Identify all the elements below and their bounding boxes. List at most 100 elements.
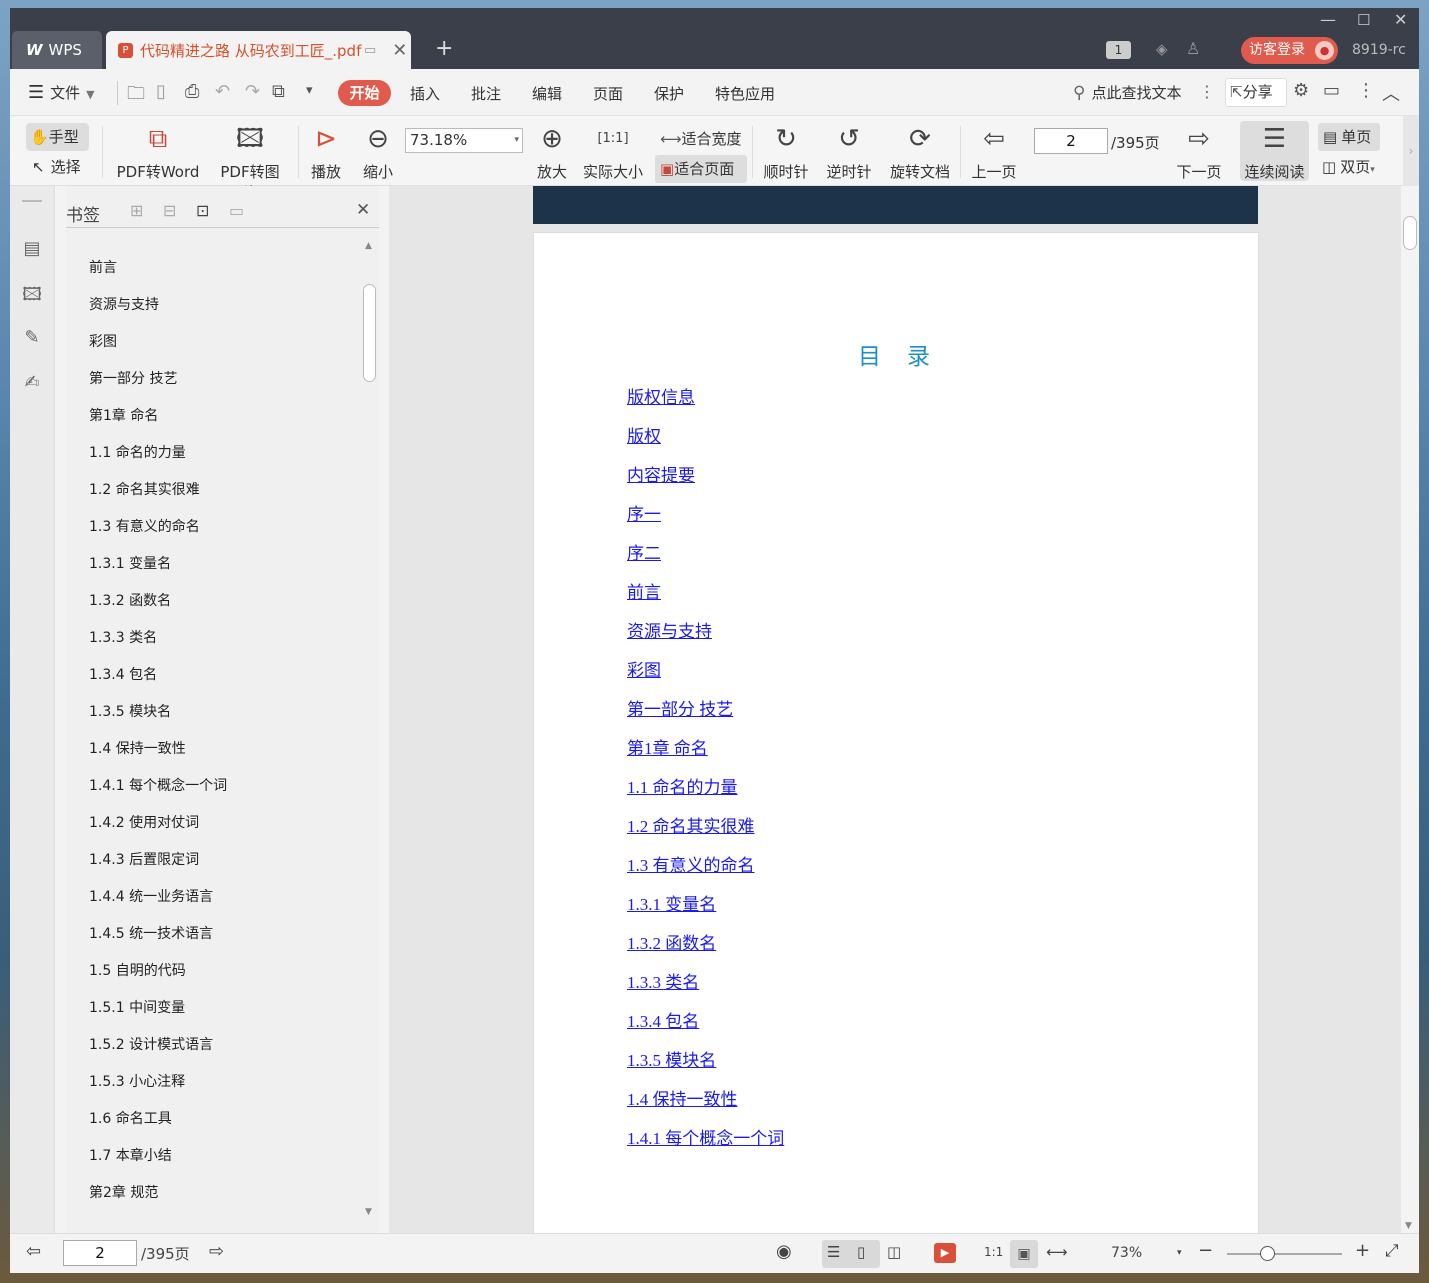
comment-icon[interactable]: ▭ xyxy=(1323,80,1340,101)
bookmark-item[interactable]: 1.5.2 设计模式语言 xyxy=(89,1034,213,1054)
bookmark-item[interactable]: 1.3.1 变量名 xyxy=(89,553,171,573)
toc-link[interactable]: 1.3.3 类名 xyxy=(627,968,699,993)
minimize-button[interactable]: — xyxy=(1320,10,1336,29)
bookmark-item[interactable]: 第1章 命名 xyxy=(89,405,158,425)
bookmark-item[interactable]: 1.3.2 函数名 xyxy=(89,590,171,610)
status-page-input[interactable]: 2 xyxy=(63,1240,137,1266)
status-next-page-icon[interactable]: ⇨ xyxy=(209,1241,224,1262)
collapse-ribbon-icon[interactable]: ︿ xyxy=(1382,80,1400,106)
document-scrollbar[interactable]: ▼ xyxy=(1401,186,1419,1233)
bookmark-item[interactable]: 彩图 xyxy=(89,331,117,351)
thumbnail-icon[interactable]: 🖾 xyxy=(20,282,44,306)
add-bookmark-icon[interactable]: ⊡ xyxy=(196,201,209,220)
zoom-slider-track[interactable] xyxy=(1227,1253,1342,1255)
toc-link[interactable]: 前言 xyxy=(627,578,661,603)
login-button[interactable]: 访客登录 ● xyxy=(1241,37,1338,64)
toc-link[interactable]: 1.3.5 模块名 xyxy=(627,1046,716,1071)
print-icon[interactable]: ⎙ xyxy=(185,81,199,102)
bookmark-item[interactable]: 1.4.4 统一业务语言 xyxy=(89,886,213,906)
redo-icon[interactable]: ↷ xyxy=(245,81,260,102)
toc-link[interactable]: 彩图 xyxy=(627,656,661,681)
menu-page[interactable]: 页面 xyxy=(593,83,623,104)
toc-link[interactable]: 1.3.2 函数名 xyxy=(627,929,716,954)
tab-document[interactable]: P 代码精进之路 从码农到工匠_.pdf ▭ ✕ xyxy=(106,31,411,69)
save-icon[interactable]: ▯ xyxy=(156,81,166,102)
toc-link[interactable]: 1.1 命名的力量 xyxy=(627,773,738,798)
toc-link[interactable]: 序一 xyxy=(627,500,661,525)
bookmark-item[interactable]: 1.3.5 模块名 xyxy=(89,701,171,721)
bookmark-item[interactable]: 1.7 本章小结 xyxy=(89,1145,172,1165)
toc-link[interactable]: 1.3 有意义的命名 xyxy=(627,851,755,876)
double-page-button[interactable]: ◫ 双页▾ xyxy=(1322,156,1375,177)
zoom-out-button[interactable]: ⊖ 缩小 xyxy=(360,123,396,182)
bookmark-item[interactable]: 1.5.3 小心注释 xyxy=(89,1071,185,1091)
fullscreen-icon[interactable]: ⤢ xyxy=(1385,1241,1399,1261)
bookmark-item[interactable]: 1.3 有意义的命名 xyxy=(89,516,200,536)
status-zoom-value[interactable]: 73% xyxy=(1111,1245,1142,1261)
collapse-all-icon[interactable]: ⊟ xyxy=(163,201,176,220)
vertical-dots-icon[interactable]: ⋮ xyxy=(1199,82,1215,101)
doc-scroll-down-arrow[interactable]: ▼ xyxy=(1405,1221,1412,1231)
continuous-read-button[interactable]: ☰ 连续阅读 xyxy=(1240,121,1309,181)
zoom-dropdown-icon[interactable]: ▾ xyxy=(1177,1248,1182,1258)
export-icon[interactable]: ⧉ xyxy=(272,81,285,102)
bookmark-item[interactable]: 1.4 保持一致性 xyxy=(89,738,186,758)
bookmark-options-icon[interactable]: ▭ xyxy=(229,201,244,220)
settings-gear-icon[interactable]: ⚙ xyxy=(1293,80,1309,101)
new-tab-button[interactable]: + xyxy=(435,38,453,60)
bookmark-item[interactable]: 第一部分 技艺 xyxy=(89,368,177,388)
bookmark-item[interactable]: 1.3.3 类名 xyxy=(89,627,157,647)
bookmark-item[interactable]: 1.3.4 包名 xyxy=(89,664,157,684)
toc-link[interactable]: 第1章 命名 xyxy=(627,734,708,759)
scroll-down-arrow[interactable]: ▼ xyxy=(365,1207,372,1217)
maximize-button[interactable]: ☐ xyxy=(1357,11,1370,29)
tab-wps-home[interactable]: W WPS xyxy=(12,31,102,69)
bookmark-scrollbar[interactable]: ▲ ▼ xyxy=(361,239,378,1219)
fit-width-status-icon[interactable]: ⟷ xyxy=(1046,1243,1068,1261)
bookmark-item[interactable]: 1.2 命名其实很难 xyxy=(89,479,200,499)
bookmark-scroll-thumb[interactable] xyxy=(363,284,376,382)
document-viewport[interactable]: 目录 版权信息 版权 内容提要 序一 序二 前言 资源与支持 彩图 第一部分 技艺 第1章 命名 1… xyxy=(389,186,1401,1233)
zoom-in-button[interactable]: ⊕ 放大 xyxy=(534,123,570,182)
menu-special[interactable]: 特色应用 xyxy=(715,83,775,104)
menu-protect[interactable]: 保护 xyxy=(654,83,684,104)
shirt-icon[interactable]: ♙ xyxy=(1186,39,1200,58)
status-prev-page-icon[interactable]: ⇦ xyxy=(26,1241,41,1262)
toc-link[interactable]: 第一部分 技艺 xyxy=(627,695,733,720)
skin-icon[interactable]: ◈ xyxy=(1156,40,1168,58)
play-button[interactable]: ⊳ 播放 xyxy=(308,123,344,182)
menu-insert[interactable]: 插入 xyxy=(410,83,440,104)
scroll-up-arrow[interactable]: ▲ xyxy=(365,241,372,251)
menu-start[interactable]: 开始 xyxy=(338,80,391,106)
more-dropdown-icon[interactable]: ▾ xyxy=(306,83,313,98)
more-vertical-icon[interactable]: ⋮ xyxy=(1357,80,1375,101)
fit-page-status-icon[interactable]: ▣ xyxy=(1010,1240,1038,1268)
fit-width-button[interactable]: ⟷适合宽度 xyxy=(655,126,747,152)
toc-link[interactable]: 1.4 保持一致性 xyxy=(627,1085,738,1110)
toc-link[interactable]: 版权信息 xyxy=(627,383,695,408)
toc-link[interactable]: 1.4.1 每个概念一个词 xyxy=(627,1124,784,1149)
menu-edit[interactable]: 编辑 xyxy=(532,83,562,104)
close-panel-icon[interactable]: ✕ xyxy=(356,200,370,220)
toc-link[interactable]: 1.2 命名其实很难 xyxy=(627,812,755,837)
single-page-button[interactable]: ▤ 单页 xyxy=(1318,123,1380,151)
single-view-icon[interactable]: ▯ xyxy=(857,1243,865,1261)
annotation-pen-icon[interactable]: ✎ xyxy=(20,327,44,351)
select-tool-button[interactable]: ↖ 选择 xyxy=(32,156,81,177)
actual-size-button[interactable]: [1:1] 实际大小 xyxy=(582,123,644,182)
bookmark-item[interactable]: 1.4.1 每个概念一个词 xyxy=(89,775,227,795)
toc-link[interactable]: 1.3.1 变量名 xyxy=(627,890,716,915)
bookmark-item[interactable]: 资源与支持 xyxy=(89,294,159,314)
zoom-minus-icon[interactable]: − xyxy=(1198,1240,1213,1261)
fit-page-button[interactable]: ▣适合页面 xyxy=(655,155,747,183)
rotate-document-button[interactable]: ⟳ 旋转文档 xyxy=(887,123,953,182)
double-view-icon[interactable]: ◫ xyxy=(887,1243,901,1261)
toc-link[interactable]: 序二 xyxy=(627,539,661,564)
continuous-view-icon[interactable]: ☰ xyxy=(827,1243,840,1261)
expand-all-icon[interactable]: ⊞ xyxy=(130,201,143,220)
workspace-badge[interactable]: 1 xyxy=(1106,41,1131,59)
bookmark-item[interactable]: 第2章 规范 xyxy=(89,1182,158,1202)
zoom-plus-icon[interactable]: + xyxy=(1355,1240,1370,1261)
bookmark-item[interactable]: 1.1 命名的力量 xyxy=(89,442,186,462)
file-menu[interactable]: ☰ 文件 ▼ xyxy=(28,82,95,103)
